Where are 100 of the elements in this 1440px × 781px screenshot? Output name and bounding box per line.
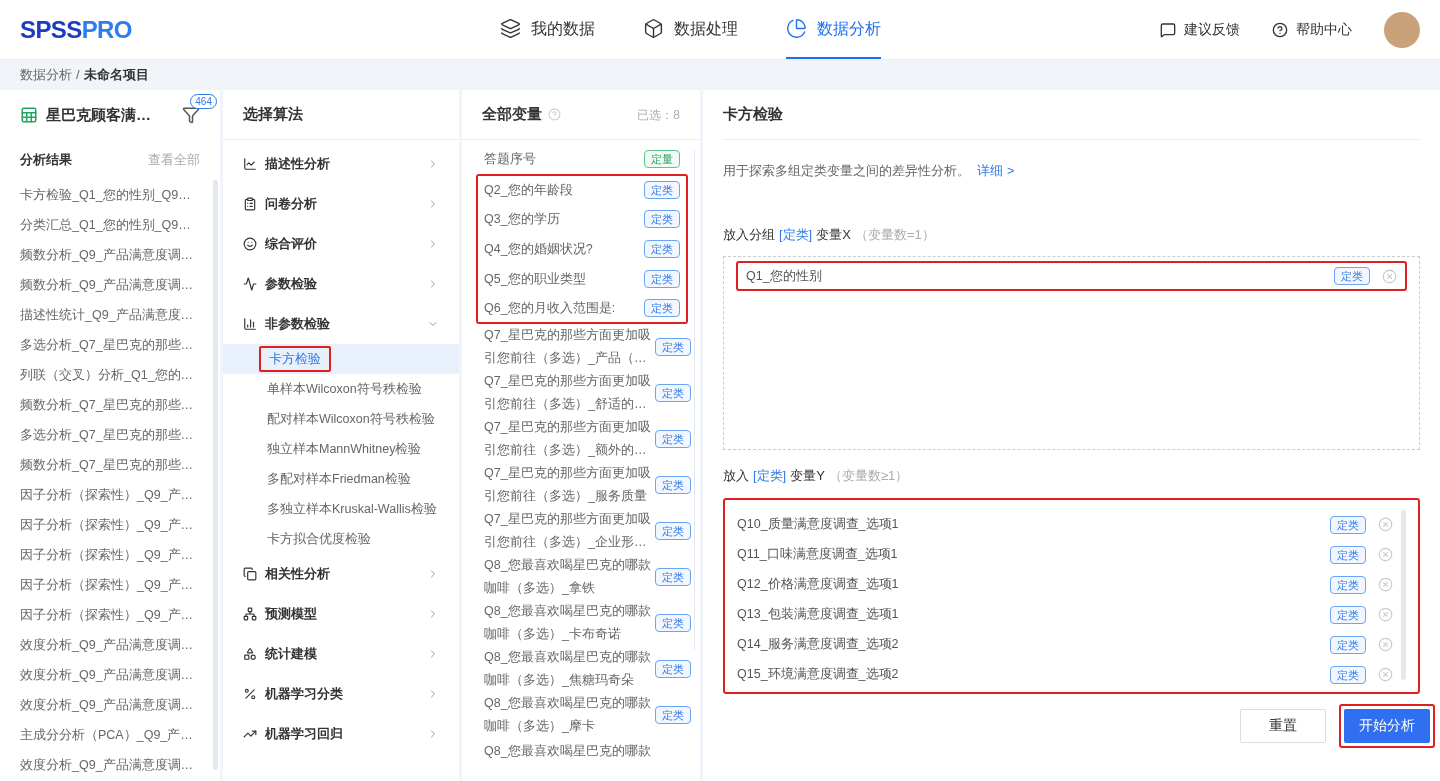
category-item[interactable]: 参数检验 (223, 264, 459, 304)
result-item[interactable]: 卡方检验_Q1_您的性别_Q9… (20, 180, 213, 210)
remove-icon[interactable] (1378, 667, 1393, 683)
selected-variable[interactable]: Q11_口味满意度调查_选项1 定类 (737, 539, 1393, 570)
result-item[interactable]: 因子分析（探索性）_Q9_产… (20, 480, 213, 510)
type-tag: 定类 (1330, 635, 1366, 654)
category-item[interactable]: 相关性分析 (223, 554, 459, 594)
help-icon (1272, 21, 1288, 38)
variable-item[interactable]: Q4_您的婚姻状况? 定类 (476, 234, 688, 264)
result-item[interactable]: 效度分析_Q9_产品满意度调… (20, 630, 213, 660)
variable-item[interactable]: Q8_您最喜欢喝星巴克的哪款 (484, 744, 651, 758)
detail-link[interactable]: 详细 > (977, 164, 1015, 178)
variable-item[interactable]: Q7_星巴克的那些方面更加吸 引您前往（多选）_额外的… 定类 (476, 416, 688, 462)
result-item[interactable]: 频数分析_Q9_产品满意度调… (20, 240, 213, 270)
selected-variable[interactable]: Q12_价格满意度调查_选项1 定类 (737, 569, 1393, 600)
remove-icon[interactable] (1378, 517, 1393, 533)
variable-item[interactable]: Q7_星巴克的那些方面更加吸 引您前往（多选）_舒适的… 定类 (476, 370, 688, 416)
algorithm-item[interactable]: 独立样本MannWhitney检验 (259, 436, 430, 462)
variable-item[interactable]: Q8_您最喜欢喝星巴克的哪款 咖啡（多选）_卡布奇诺 定类 (476, 600, 688, 646)
result-item[interactable]: 分类汇总_Q1_您的性别_Q9… (20, 210, 213, 240)
type-tag: 定类 (1330, 605, 1366, 624)
selected-variable[interactable]: Q15_环境满意度调查_选项2 定类 (737, 659, 1393, 690)
category-item[interactable]: 问卷分析 (223, 184, 459, 224)
line-chart-icon (243, 157, 257, 171)
scrollbar[interactable] (213, 180, 218, 770)
result-item[interactable]: 频数分析_Q9_产品满意度调… (20, 270, 213, 300)
result-item[interactable]: 主成分分析（PCA）_Q9_产… (20, 720, 213, 750)
variable-item[interactable]: Q7_星巴克的那些方面更加吸 引您前往（多选）_服务质量 定类 (476, 462, 688, 508)
result-item[interactable]: 效度分析_Q9_产品满意度调… (20, 750, 213, 780)
filter-icon[interactable] (182, 106, 200, 124)
header-link[interactable]: 建议反馈 (1160, 19, 1240, 40)
variable-item[interactable]: Q8_您最喜欢喝星巴克的哪款 咖啡（多选）_拿铁 定类 (476, 554, 688, 600)
result-item[interactable]: 描述性统计_Q9_产品满意度… (20, 300, 213, 330)
result-item[interactable]: 因子分析（探索性）_Q9_产… (20, 540, 213, 570)
remove-icon[interactable] (1378, 607, 1393, 623)
variable-item[interactable]: Q2_您的年龄段 定类 (476, 174, 688, 204)
variable-item[interactable]: Q8_您最喜欢喝星巴克的哪款 咖啡（多选）_摩卡 定类 (476, 692, 688, 738)
variable-item[interactable]: 答题序号 定量 (476, 144, 688, 174)
help-icon[interactable] (548, 108, 561, 121)
selected-variable[interactable]: Q1_您的性别 定类 (736, 261, 1407, 292)
category-item[interactable]: 预测模型 (223, 594, 459, 634)
remove-icon[interactable] (1378, 547, 1393, 563)
remove-icon[interactable] (1382, 268, 1397, 284)
variable-item[interactable]: Q3_您的学历 定类 (476, 204, 688, 234)
result-item[interactable]: 频数分析_Q7_星巴克的那些… (20, 390, 213, 420)
category-item[interactable]: 统计建模 (223, 634, 459, 674)
algorithm-item[interactable]: 卡方拟合优度检验 (259, 526, 379, 552)
selected-variable[interactable]: Q10_质量满意度调查_选项1 定类 (737, 509, 1393, 540)
dataset-name[interactable]: 星巴克顾客满… (46, 103, 151, 127)
nav-tab[interactable]: 数据处理 (643, 0, 738, 59)
result-item[interactable]: 因子分析（探索性）_Q9_产… (20, 600, 213, 630)
scrollbar[interactable] (1401, 509, 1406, 680)
variable-item[interactable]: Q7_星巴克的那些方面更加吸 引您前往（多选）_产品（… 定类 (476, 324, 688, 370)
start-button[interactable]: 开始分析 (1344, 708, 1430, 743)
panel-title: 全部变量 (482, 104, 542, 125)
type-tag: 定类 (654, 476, 691, 494)
breadcrumb-separator: / (76, 66, 80, 85)
result-item[interactable]: 因子分析（探索性）_Q9_产… (20, 510, 213, 540)
drop-zone[interactable]: Q10_质量满意度调查_选项1 定类 Q11_口味满意度调查_选项1 定类 Q12_价格满意度调查_选项1 定类 Q13_包装满意度调查_选项1 定类 Q14_服务满意度调查_选项2 定类 Q15_环境满意度调查_选项2 定类 (723, 497, 1420, 694)
type-tag: 定类 (1330, 545, 1366, 564)
result-item[interactable]: 多选分析_Q7_星巴克的那些… (20, 420, 213, 450)
algorithm-item[interactable]: 卡方检验 (259, 346, 331, 372)
variable-item[interactable]: Q5_您的职业类型 定类 (476, 264, 688, 294)
remove-icon[interactable] (1378, 637, 1393, 653)
drop-zone[interactable]: Q1_您的性别 定类 (723, 256, 1420, 451)
nav-tab[interactable]: 我的数据 (500, 0, 595, 59)
category-item[interactable]: 非参数检验 (223, 304, 459, 344)
header-link[interactable]: 帮助中心 (1272, 19, 1352, 40)
message-icon (1160, 21, 1176, 38)
category-item[interactable]: 机器学习分类 (223, 674, 459, 714)
algorithm-item[interactable]: 多独立样本Kruskal-Wallis检验 (259, 496, 445, 522)
count-badge: 464 (190, 94, 217, 109)
breadcrumb-link[interactable]: 数据分析 (20, 65, 72, 85)
algorithm-item[interactable]: 多配对样本Friedman检验 (259, 466, 419, 492)
category-item[interactable]: 描述性分析 (223, 144, 459, 184)
variable-item[interactable]: Q7_星巴克的那些方面更加吸 引您前往（多选）_企业形… 定类 (476, 508, 688, 554)
avatar[interactable] (1384, 11, 1420, 48)
result-item[interactable]: 因子分析（探索性）_Q9_产… (20, 570, 213, 600)
reset-button[interactable]: 重置 (1240, 708, 1326, 743)
type-tag: 定类 (654, 660, 691, 678)
category-item[interactable]: 机器学习回归 (223, 714, 459, 754)
panel-title: 选择算法 (243, 104, 303, 125)
selected-variable[interactable]: Q14_服务满意度调查_选项2 定类 (737, 629, 1393, 660)
algorithm-item[interactable]: 配对样本Wilcoxon符号秩检验 (259, 406, 443, 432)
variable-item[interactable]: Q6_您的月收入范围是: 定类 (476, 294, 688, 324)
category-item[interactable]: 综合评价 (223, 224, 459, 264)
algorithm-item[interactable]: 单样本Wilcoxon符号秩检验 (259, 376, 430, 402)
type-tag: 定类 (654, 338, 691, 356)
type-tag: 定类 (643, 240, 680, 258)
panel-title: 卡方检验 (723, 104, 783, 125)
result-item[interactable]: 效度分析_Q9_产品满意度调… (20, 660, 213, 690)
copy-icon (243, 567, 257, 581)
selected-variable[interactable]: Q13_包装满意度调查_选项1 定类 (737, 599, 1393, 630)
remove-icon[interactable] (1378, 577, 1393, 593)
result-item[interactable]: 多选分析_Q7_星巴克的那些… (20, 330, 213, 360)
logo[interactable]: SPSSPRO (20, 11, 500, 48)
result-item[interactable]: 列联（交叉）分析_Q1_您的… (20, 360, 213, 390)
result-item[interactable]: 频数分析_Q7_星巴克的那些… (20, 450, 213, 480)
result-item[interactable]: 效度分析_Q9_产品满意度调… (20, 690, 213, 720)
variable-item[interactable]: Q8_您最喜欢喝星巴克的哪款 咖啡（多选）_焦糖玛奇朵 定类 (476, 646, 688, 692)
